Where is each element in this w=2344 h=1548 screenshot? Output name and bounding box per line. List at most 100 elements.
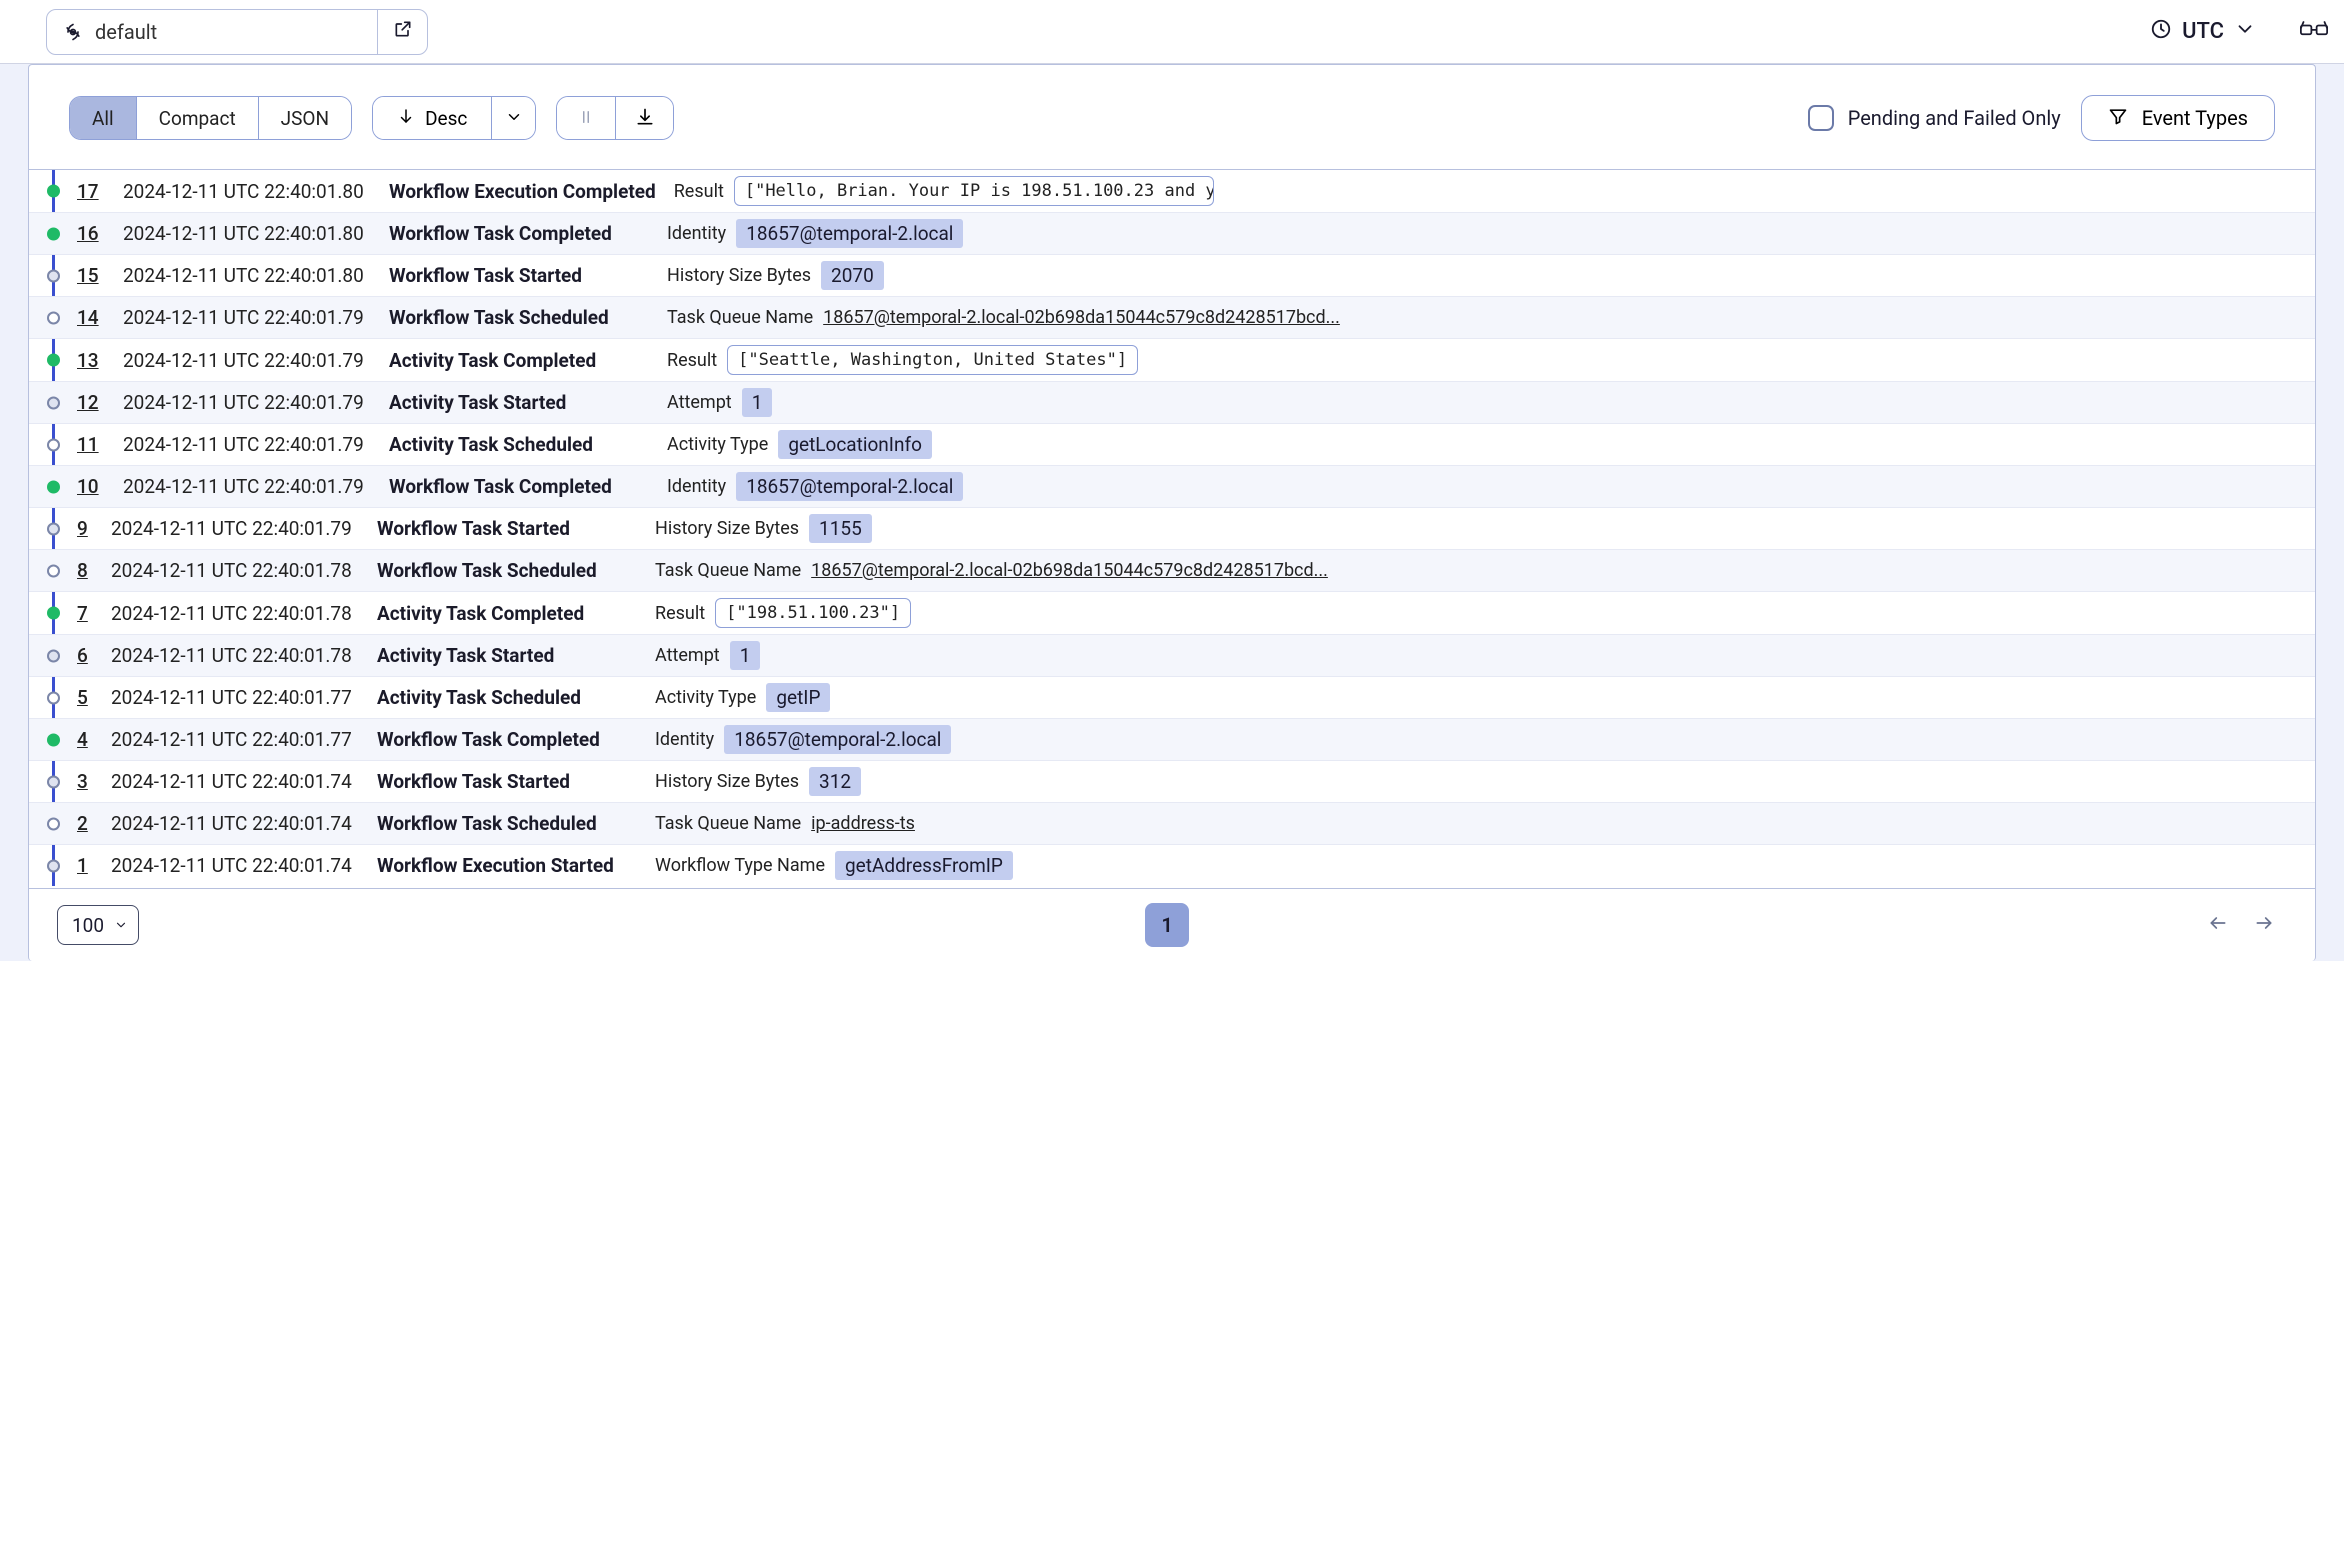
pending-failed-filter[interactable]: Pending and Failed Only	[1808, 105, 2061, 131]
event-meta-pill: 2070	[821, 261, 884, 290]
pause-icon	[577, 107, 595, 130]
timeline-dot-icon	[47, 311, 60, 324]
event-meta-label: History Size Bytes	[655, 518, 799, 539]
sort-dropdown[interactable]	[491, 97, 535, 139]
view-mode-compact[interactable]: Compact	[136, 97, 258, 139]
download-button[interactable]	[615, 97, 673, 139]
event-row[interactable]: 62024-12-11 UTC 22:40:01.78Activity Task…	[29, 634, 2315, 676]
arrow-down-icon	[397, 107, 415, 130]
event-meta-link[interactable]: 18657@temporal-2.local-02b698da15044c579…	[811, 560, 1328, 581]
event-timestamp: 2024-12-11 UTC 22:40:01.79	[111, 517, 359, 540]
event-id[interactable]: 10	[77, 475, 105, 498]
event-meta-code[interactable]: ["Hello, Brian. Your IP is 198.51.100.23…	[734, 176, 1214, 206]
event-type: Workflow Execution Completed	[389, 180, 656, 203]
namespace-open-external[interactable]	[377, 10, 427, 54]
sort-control: Desc	[372, 96, 536, 140]
event-id[interactable]: 12	[77, 391, 105, 414]
event-type: Workflow Task Completed	[389, 222, 649, 245]
event-type: Workflow Task Started	[377, 770, 637, 793]
labs-toggle[interactable]	[2300, 18, 2328, 45]
view-mode-all[interactable]: All	[70, 97, 136, 139]
timezone-selector[interactable]: UTC	[2150, 18, 2256, 46]
event-row[interactable]: 32024-12-11 UTC 22:40:01.74Workflow Task…	[29, 760, 2315, 802]
history-tools	[556, 96, 674, 140]
event-id[interactable]: 3	[77, 770, 93, 793]
event-row[interactable]: 172024-12-11 UTC 22:40:01.80Workflow Exe…	[29, 170, 2315, 212]
sort-button[interactable]: Desc	[373, 97, 491, 139]
event-meta: History Size Bytes2070	[667, 261, 884, 290]
event-row[interactable]: 12024-12-11 UTC 22:40:01.74Workflow Exec…	[29, 844, 2315, 886]
event-meta: Identity18657@temporal-2.local	[655, 725, 951, 754]
event-timestamp: 2024-12-11 UTC 22:40:01.80	[123, 222, 371, 245]
event-row[interactable]: 72024-12-11 UTC 22:40:01.78Activity Task…	[29, 591, 2315, 634]
event-type: Workflow Task Scheduled	[377, 559, 637, 582]
event-timestamp: 2024-12-11 UTC 22:40:01.74	[111, 812, 359, 835]
page-prev[interactable]	[2195, 913, 2241, 938]
event-id[interactable]: 1	[77, 854, 93, 877]
event-id[interactable]: 17	[77, 180, 105, 203]
event-row[interactable]: 92024-12-11 UTC 22:40:01.79Workflow Task…	[29, 507, 2315, 549]
page-next[interactable]	[2241, 913, 2287, 938]
event-row[interactable]: 112024-12-11 UTC 22:40:01.79Activity Tas…	[29, 423, 2315, 465]
timeline-dot-icon	[47, 227, 60, 240]
event-id[interactable]: 5	[77, 686, 93, 709]
event-timestamp: 2024-12-11 UTC 22:40:01.79	[123, 306, 371, 329]
event-row[interactable]: 102024-12-11 UTC 22:40:01.79Workflow Tas…	[29, 465, 2315, 507]
event-id[interactable]: 6	[77, 644, 93, 667]
event-timestamp: 2024-12-11 UTC 22:40:01.79	[123, 391, 371, 414]
event-meta: Task Queue Nameip-address-ts	[655, 813, 915, 834]
event-id[interactable]: 7	[77, 602, 93, 625]
events-list: 172024-12-11 UTC 22:40:01.80Workflow Exe…	[29, 170, 2315, 886]
event-id[interactable]: 4	[77, 728, 93, 751]
view-mode-json[interactable]: JSON	[258, 97, 351, 139]
event-id[interactable]: 14	[77, 306, 105, 329]
event-meta-link[interactable]: ip-address-ts	[811, 813, 915, 834]
event-row[interactable]: 52024-12-11 UTC 22:40:01.77Activity Task…	[29, 676, 2315, 718]
event-timestamp: 2024-12-11 UTC 22:40:01.77	[111, 686, 359, 709]
event-row[interactable]: 132024-12-11 UTC 22:40:01.79Activity Tas…	[29, 338, 2315, 381]
event-meta: Workflow Type NamegetAddressFromIP	[655, 851, 1013, 880]
event-meta-code[interactable]: ["Seattle, Washington, United States"]	[727, 345, 1138, 375]
event-id[interactable]: 8	[77, 559, 93, 582]
event-id[interactable]: 15	[77, 264, 105, 287]
namespace-selector[interactable]: default	[46, 9, 428, 55]
event-row[interactable]: 152024-12-11 UTC 22:40:01.80Workflow Tas…	[29, 254, 2315, 296]
pause-button[interactable]	[557, 97, 615, 139]
event-meta-code[interactable]: ["198.51.100.23"]	[715, 598, 911, 628]
event-row[interactable]: 82024-12-11 UTC 22:40:01.78Workflow Task…	[29, 549, 2315, 591]
event-type: Workflow Task Scheduled	[377, 812, 637, 835]
event-meta-link[interactable]: 18657@temporal-2.local-02b698da15044c579…	[823, 307, 1340, 328]
event-id[interactable]: 11	[77, 433, 105, 456]
event-meta: Task Queue Name18657@temporal-2.local-02…	[667, 307, 1340, 328]
event-id[interactable]: 13	[77, 349, 105, 372]
event-row[interactable]: 2 2024-12-11 UTC 22:40:01.74 Workflow Task…	[29, 802, 2315, 844]
page-number-current[interactable]: 1	[1145, 903, 1189, 947]
event-meta: Result ["198.51.100.23"]	[655, 598, 911, 628]
page-size-select[interactable]: 100	[57, 905, 139, 945]
event-id[interactable]: 9	[77, 517, 93, 540]
event-meta-label: Identity	[655, 729, 714, 750]
namespace-main[interactable]: default	[47, 10, 377, 54]
event-type: Activity Task Scheduled	[389, 433, 649, 456]
clock-icon	[2150, 18, 2172, 46]
download-icon	[635, 107, 655, 130]
event-row[interactable]: 16 2024-12-11 UTC 22:40:01.80 Workflow Tas…	[29, 212, 2315, 254]
event-meta-label: Task Queue Name	[655, 560, 801, 581]
event-meta-pill: getIP	[766, 683, 830, 712]
event-meta-label: Result	[655, 603, 705, 624]
events-toolbar: All Compact JSON Desc	[29, 65, 2315, 169]
timeline-dot-icon	[47, 649, 60, 662]
event-types-filter[interactable]: Event Types	[2081, 95, 2275, 141]
event-id[interactable]: 2	[77, 812, 93, 835]
event-meta-label: Workflow Type Name	[655, 855, 825, 876]
event-id[interactable]: 16	[77, 222, 105, 245]
event-row[interactable]: 142024-12-11 UTC 22:40:01.79Workflow Tas…	[29, 296, 2315, 338]
event-meta: Attempt1	[655, 641, 760, 670]
event-row[interactable]: 42024-12-11 UTC 22:40:01.77Workflow Task…	[29, 718, 2315, 760]
event-row[interactable]: 122024-12-11 UTC 22:40:01.79Activity Tas…	[29, 381, 2315, 423]
event-meta-label: Attempt	[655, 645, 720, 666]
page-body: All Compact JSON Desc	[0, 64, 2344, 961]
event-meta-label: Result	[667, 350, 717, 371]
event-meta-label: Attempt	[667, 392, 732, 413]
event-timestamp: 2024-12-11 UTC 22:40:01.80	[123, 264, 371, 287]
